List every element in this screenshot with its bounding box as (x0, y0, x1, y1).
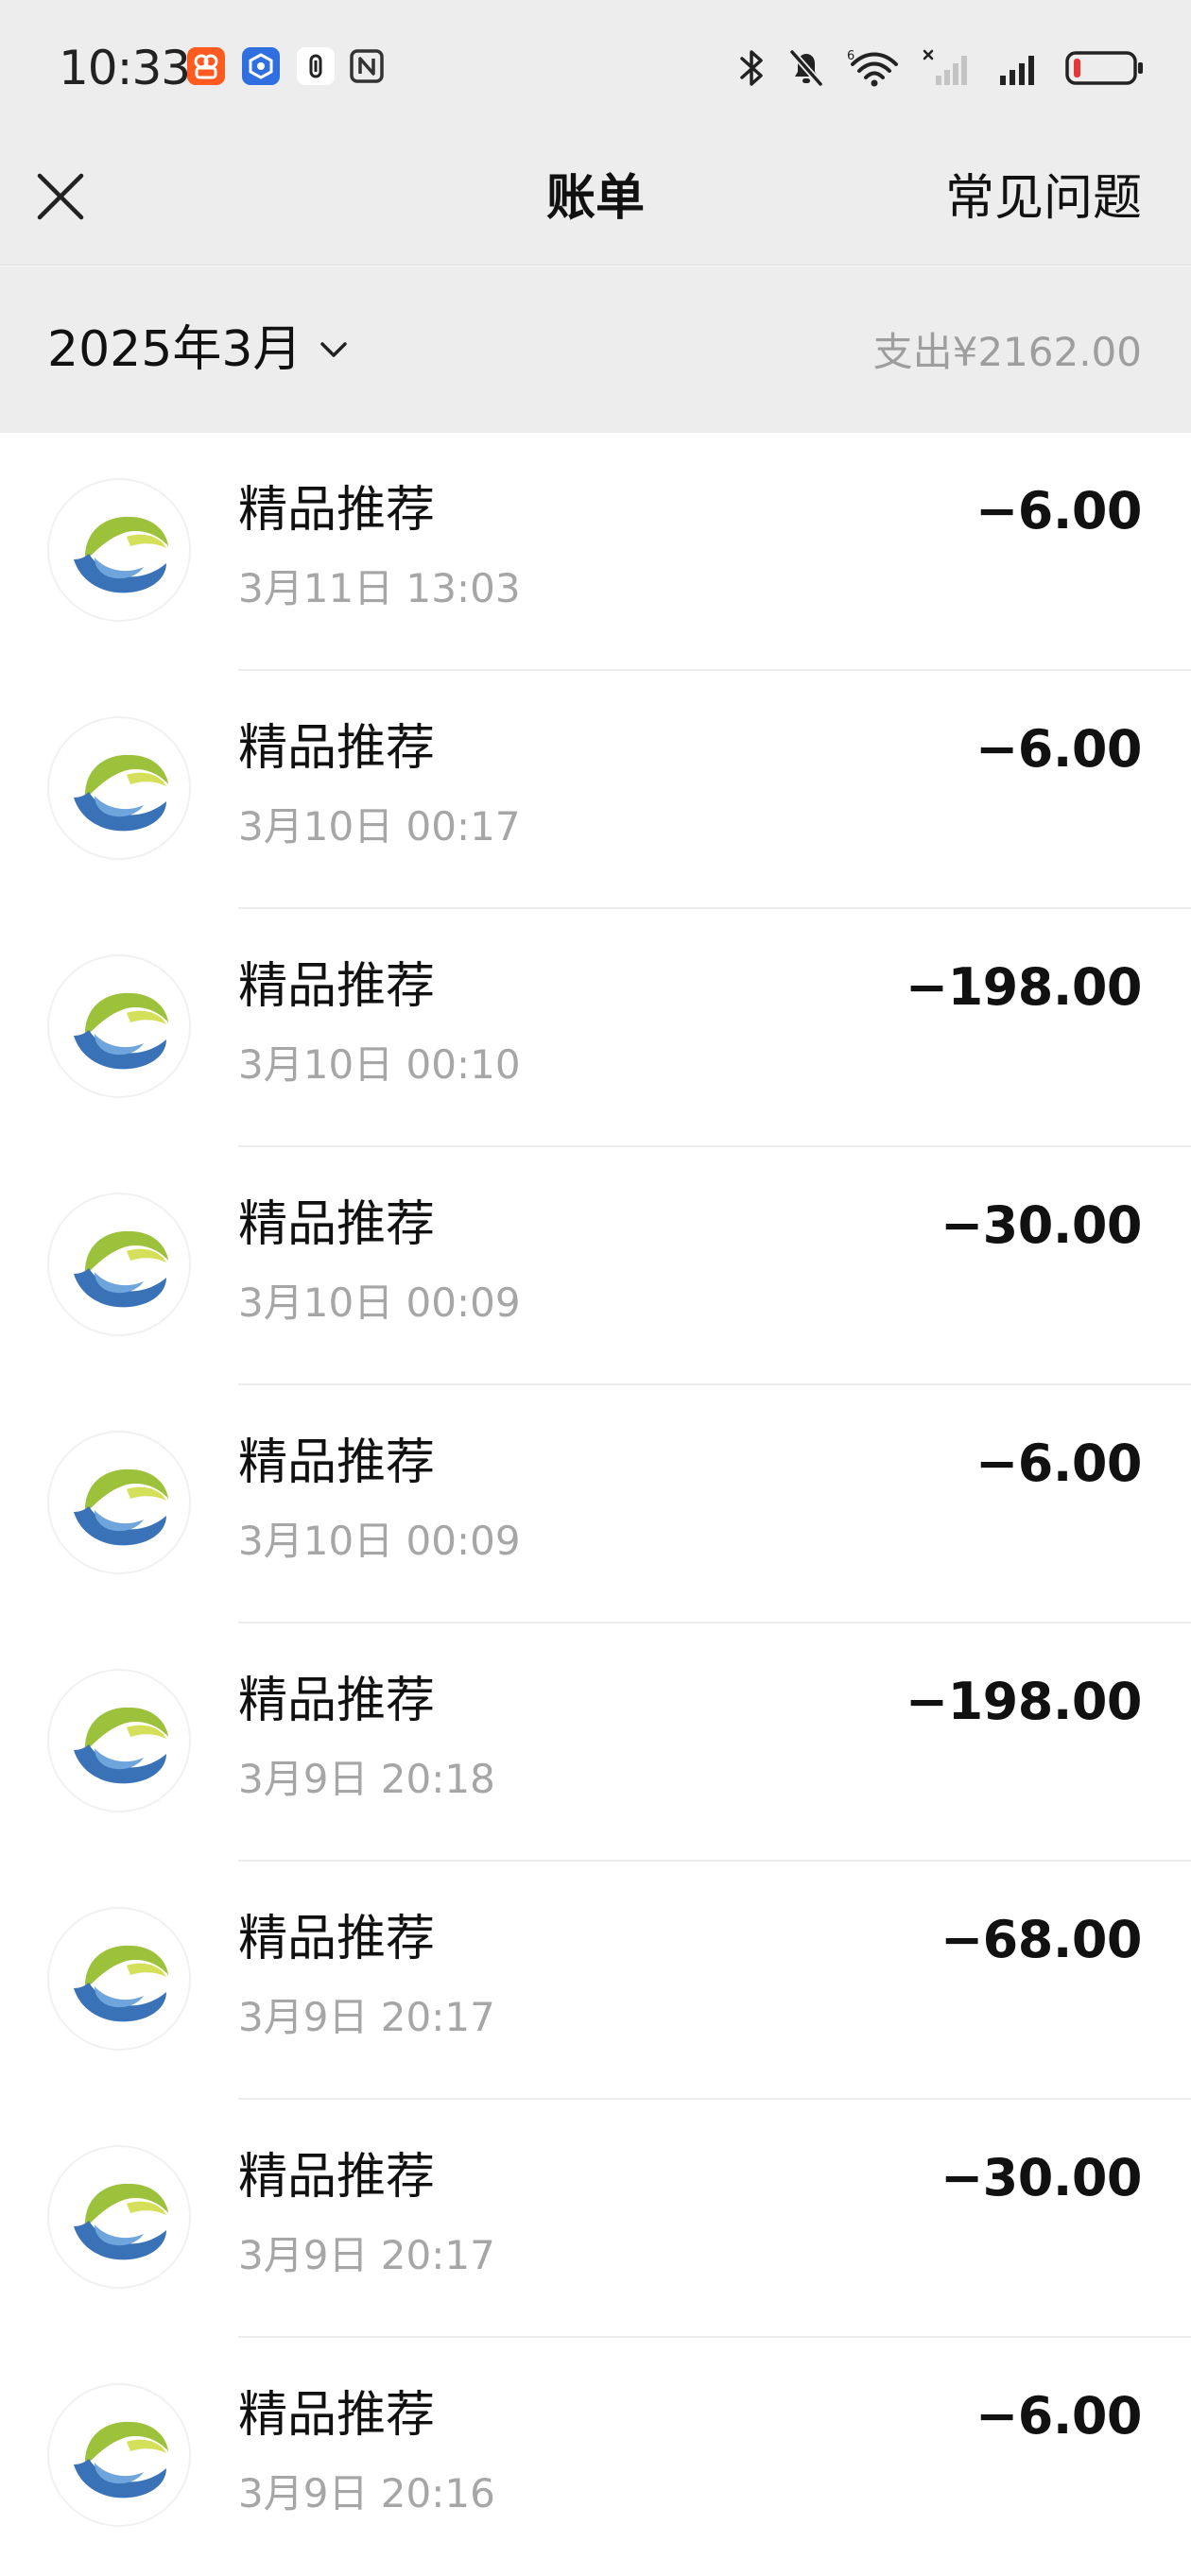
bill-amount: −68.00 (940, 1910, 1143, 1969)
battery-low-icon (1065, 51, 1143, 85)
signal-empty-icon (923, 49, 967, 85)
bill-merchant-name: 精品推荐 (238, 2387, 436, 2444)
bill-time: 3月9日 20:17 (238, 2232, 495, 2278)
merchant-logo-icon (49, 956, 189, 1096)
bill-amount: −30.00 (940, 2148, 1143, 2207)
bill-merchant-name: 精品推荐 (238, 482, 436, 539)
bill-amount: −30.00 (940, 1195, 1143, 1255)
merchant-logo-icon (49, 1194, 189, 1334)
bill-row[interactable]: 精品推荐 3月9日 20:17 −68.00 (0, 1862, 1191, 2100)
bill-merchant-name: 精品推荐 (238, 2149, 436, 2206)
month-label: 2025年3月 (47, 321, 302, 378)
month-expense-total: 支出¥2162.00 (872, 329, 1142, 375)
signal-full-icon (1000, 56, 1034, 85)
bill-row[interactable]: 精品推荐 3月9日 20:16 −6.00 (0, 2338, 1191, 2576)
bill-merchant-name: 精品推荐 (238, 1673, 436, 1729)
merchant-logo-icon (49, 2385, 189, 2525)
bill-amount: −6.00 (975, 1434, 1142, 1493)
bill-time: 3月10日 00:09 (238, 1279, 521, 1326)
bill-time: 3月10日 00:09 (238, 1518, 521, 1564)
bill-amount: −198.00 (905, 1672, 1143, 1731)
bill-time: 3月10日 00:17 (238, 803, 521, 850)
faq-button[interactable]: 常见问题 (945, 170, 1142, 227)
bill-row[interactable]: 精品推荐 3月10日 00:10 −198.00 (0, 909, 1191, 1147)
bill-time: 3月11日 13:03 (238, 565, 521, 611)
mute-bell-icon (789, 49, 823, 87)
bill-amount: −6.00 (975, 2386, 1142, 2446)
bill-time: 3月10日 00:10 (238, 1041, 521, 1088)
bill-merchant-name: 精品推荐 (238, 720, 436, 777)
merchant-logo-icon (49, 718, 189, 858)
merchant-logo-icon (49, 480, 189, 620)
bill-amount: −6.00 (975, 481, 1142, 541)
month-header: 2025年3月 支出¥2162.00 (0, 266, 1191, 433)
merchant-logo-icon (49, 1671, 189, 1811)
bill-amount: −198.00 (905, 957, 1143, 1017)
nfc-badge-icon (297, 47, 335, 85)
status-icons: 6 (737, 42, 1144, 94)
bill-row[interactable]: 精品推荐 3月9日 20:18 −198.00 (0, 1623, 1191, 1862)
bill-amount: −6.00 (975, 719, 1142, 779)
svg-text:6: 6 (847, 49, 854, 63)
blue-app-icon (242, 47, 280, 85)
kuaishou-app-icon (187, 47, 225, 85)
bill-merchant-name: 精品推荐 (238, 1911, 436, 1967)
status-bar: 10:33 6 (0, 0, 1191, 132)
bill-time: 3月9日 20:16 (238, 2470, 495, 2516)
bill-merchant-name: 精品推荐 (238, 1434, 436, 1491)
merchant-logo-icon (49, 1909, 189, 2049)
wifi-6-icon: 6 (847, 49, 898, 87)
bill-list: 精品推荐 3月11日 13:03 −6.00 精品推荐 3月10日 00:17 … (0, 433, 1191, 2576)
chevron-down-icon (320, 342, 348, 357)
merchant-logo-icon (49, 2147, 189, 2287)
bill-row[interactable]: 精品推荐 3月10日 00:09 −30.00 (0, 1147, 1191, 1385)
bill-row[interactable]: 精品推荐 3月9日 20:17 −30.00 (0, 2100, 1191, 2338)
bill-row[interactable]: 精品推荐 3月10日 00:09 −6.00 (0, 1385, 1191, 1623)
bill-merchant-name: 精品推荐 (238, 958, 436, 1015)
bill-row[interactable]: 精品推荐 3月11日 13:03 −6.00 (0, 433, 1191, 671)
nav-bar: 账单 常见问题 (0, 132, 1191, 266)
merchant-logo-icon (49, 1433, 189, 1572)
bill-time: 3月9日 20:18 (238, 1756, 495, 1802)
bill-row[interactable]: 精品推荐 3月10日 00:17 −6.00 (0, 671, 1191, 909)
month-selector[interactable]: 2025年3月 (47, 319, 351, 380)
nfc-icon (348, 47, 386, 85)
bill-time: 3月9日 20:17 (238, 1994, 495, 2040)
bluetooth-icon (740, 50, 763, 86)
status-time: 10:33 (59, 41, 191, 95)
bill-merchant-name: 精品推荐 (238, 1196, 436, 1253)
